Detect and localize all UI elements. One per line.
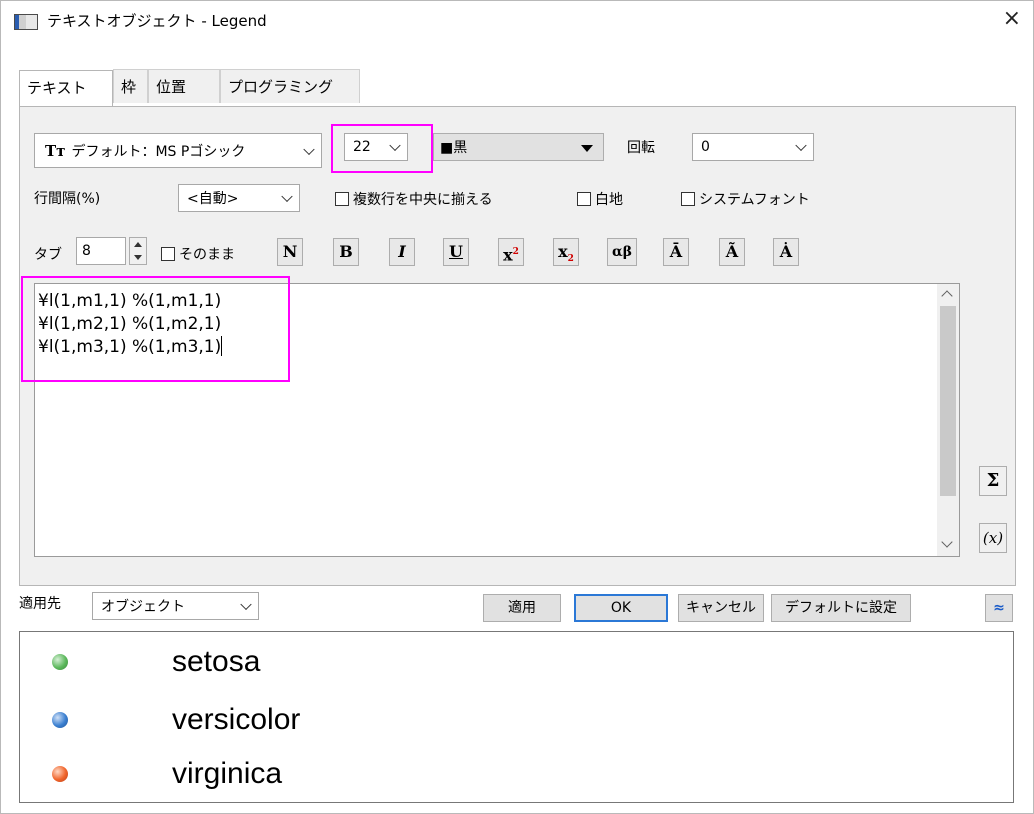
editor-content: ¥l(1,m1,1) %(1,m1,1) ¥l(1,m2,1) %(1,m2,1)… bbox=[38, 290, 223, 359]
apply-to-label: 適用先 bbox=[19, 596, 61, 612]
apply-to-value: オブジェクト bbox=[101, 599, 185, 615]
overbar-button[interactable]: Ā bbox=[663, 238, 689, 266]
chevron-down-icon bbox=[303, 143, 315, 155]
legend-marker-orange bbox=[52, 766, 68, 782]
variable-icon[interactable]: (x) bbox=[979, 523, 1007, 553]
legend-item: setosa bbox=[52, 640, 260, 684]
greek-button[interactable]: αβ bbox=[607, 238, 637, 266]
apply-button[interactable]: 適用 bbox=[483, 594, 561, 622]
legend-preview: setosa versicolor virginica bbox=[19, 631, 1014, 803]
color-name: 黒 bbox=[453, 140, 468, 156]
bold-button[interactable]: B bbox=[333, 238, 359, 266]
editor-scrollbar[interactable] bbox=[937, 284, 959, 556]
checkbox-box bbox=[681, 192, 695, 206]
system-font-label: システムフォント bbox=[699, 192, 810, 208]
italic-button[interactable]: I bbox=[389, 238, 415, 266]
legend-label: versicolor bbox=[172, 703, 301, 736]
text-editor[interactable]: ¥l(1,m1,1) %(1,m1,1) ¥l(1,m2,1) %(1,m2,1)… bbox=[34, 283, 960, 557]
chevron-down-icon bbox=[281, 190, 293, 203]
superscript-mark: 2 bbox=[512, 247, 519, 257]
scroll-up-icon[interactable] bbox=[941, 290, 953, 302]
size-select[interactable]: 22 bbox=[344, 133, 408, 161]
close-button[interactable]: × bbox=[1003, 7, 1021, 31]
checkbox-box bbox=[161, 247, 175, 261]
dialog-window: テキストオブジェクト - Legend × テキスト 枠 位置 プログラミング … bbox=[0, 0, 1034, 814]
sum-icon[interactable]: Σ bbox=[979, 466, 1007, 496]
window-title: テキストオブジェクト - Legend bbox=[47, 12, 267, 30]
subscript-mark: 2 bbox=[567, 254, 574, 265]
superscript-base: x bbox=[503, 245, 513, 265]
dropdown-arrow-icon bbox=[581, 145, 593, 152]
rotation-label: 回転 bbox=[627, 140, 655, 156]
spin-up-icon[interactable] bbox=[134, 242, 142, 247]
font-select[interactable]: Tт デフォルト：MS Pゴシック bbox=[34, 133, 322, 168]
tab-position[interactable]: 位置 bbox=[148, 69, 220, 103]
cancel-button[interactable]: キャンセル bbox=[678, 594, 764, 622]
subscript-base: x bbox=[558, 242, 568, 261]
size-value: 22 bbox=[353, 139, 371, 155]
ok-button[interactable]: OK bbox=[574, 594, 668, 622]
tab-stop-spinner[interactable] bbox=[129, 237, 147, 265]
underline-button[interactable]: U bbox=[443, 238, 469, 266]
rotation-value: 0 bbox=[701, 139, 710, 155]
checkbox-box bbox=[335, 192, 349, 206]
scroll-thumb[interactable] bbox=[940, 306, 956, 496]
system-font-checkbox[interactable]: システムフォント bbox=[681, 189, 810, 209]
tilde-button[interactable]: Ã bbox=[719, 238, 745, 266]
scroll-down-icon[interactable] bbox=[941, 536, 953, 548]
font-name: デフォルト：MS Pゴシック bbox=[71, 143, 246, 160]
tab-frame[interactable]: 枠 bbox=[113, 69, 148, 103]
apply-to-select[interactable]: オブジェクト bbox=[92, 592, 259, 620]
window-icon bbox=[14, 14, 38, 30]
normal-button[interactable]: N bbox=[277, 238, 303, 266]
line-spacing-select[interactable]: <自動> bbox=[178, 184, 300, 212]
tab-stop-label: タブ bbox=[34, 247, 62, 263]
tab-stop-input[interactable]: 8 bbox=[76, 237, 126, 265]
rotation-select[interactable]: 0 bbox=[692, 133, 814, 161]
center-multiline-label: 複数行を中央に揃える bbox=[353, 192, 493, 208]
chevron-down-icon bbox=[795, 139, 807, 152]
editor-line: ¥l(1,m2,1) %(1,m2,1) bbox=[38, 314, 222, 334]
tab-programming[interactable]: プログラミング bbox=[220, 69, 360, 103]
editor-line: ¥l(1,m1,1) %(1,m1,1) bbox=[38, 291, 222, 311]
legend-label: virginica bbox=[172, 757, 283, 790]
legend-marker-green bbox=[52, 654, 68, 670]
legend-item: virginica bbox=[52, 752, 282, 796]
line-spacing-label: 行間隔(%) bbox=[34, 191, 101, 207]
tab-stop-value: 8 bbox=[82, 243, 91, 259]
dot-accent-button[interactable]: Ȧ bbox=[773, 238, 799, 266]
set-default-button[interactable]: デフォルトに設定 bbox=[771, 594, 911, 622]
collapse-preview-icon[interactable]: ≈ bbox=[985, 594, 1013, 622]
editor-line: ¥l(1,m3,1) %(1,m3,1) bbox=[38, 337, 222, 357]
center-multiline-checkbox[interactable]: 複数行を中央に揃える bbox=[335, 189, 493, 209]
white-background-checkbox[interactable]: 白地 bbox=[577, 189, 623, 209]
white-background-label: 白地 bbox=[595, 192, 623, 208]
title-bar: テキストオブジェクト - Legend × bbox=[1, 1, 1033, 41]
legend-label: setosa bbox=[172, 645, 261, 678]
color-swatch: ■ bbox=[440, 140, 454, 156]
spin-down-icon[interactable] bbox=[134, 255, 142, 260]
line-spacing-value: <自動> bbox=[187, 191, 239, 207]
as-is-checkbox[interactable]: そのまま bbox=[161, 244, 235, 264]
chevron-down-icon bbox=[240, 598, 252, 611]
tab-text[interactable]: テキスト bbox=[19, 70, 113, 107]
legend-marker-blue bbox=[52, 712, 68, 728]
text-cursor bbox=[221, 336, 223, 356]
subscript-button[interactable]: x2 bbox=[553, 238, 579, 266]
legend-item: versicolor bbox=[52, 698, 300, 742]
as-is-label: そのまま bbox=[179, 247, 235, 263]
superscript-button[interactable]: x2 bbox=[498, 238, 524, 266]
chevron-down-icon bbox=[389, 139, 401, 152]
color-select[interactable]: ■黒 bbox=[433, 133, 604, 161]
truetype-font-icon: Tт bbox=[45, 141, 66, 160]
checkbox-box bbox=[577, 192, 591, 206]
